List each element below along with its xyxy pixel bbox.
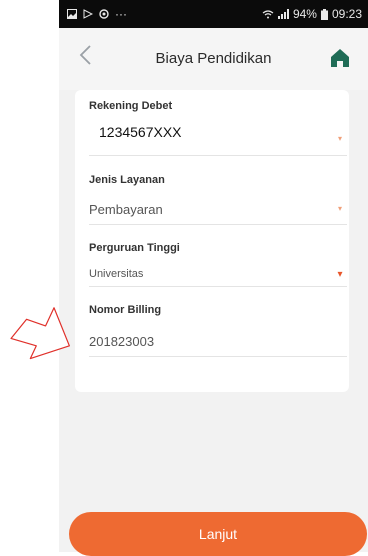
gallery-icon xyxy=(67,9,77,19)
nomor-billing-label: Nomor Billing xyxy=(89,304,162,316)
divider xyxy=(89,155,347,156)
divider xyxy=(89,286,347,287)
phone-screen: ··· 94% 09:23 Biaya Pendidikan Rekening … xyxy=(59,0,368,552)
perguruan-tinggi-label: Perguruan Tinggi xyxy=(89,242,180,254)
form-card: Rekening Debet 1234567XXX ▾ Jenis Layana… xyxy=(75,90,349,392)
rekening-debet-field[interactable]: Rekening Debet 1234567XXX ▾ xyxy=(89,100,347,158)
app-notification-icon xyxy=(99,9,109,19)
jenis-layanan-label: Jenis Layanan xyxy=(89,174,165,186)
perguruan-tinggi-value: Universitas xyxy=(89,268,144,280)
footer: Lanjut xyxy=(59,512,368,556)
clock: 09:23 xyxy=(331,7,362,21)
status-bar: ··· 94% 09:23 xyxy=(59,0,368,28)
chevron-down-icon: ▾ xyxy=(337,134,342,143)
app-header: Biaya Pendidikan xyxy=(59,28,368,90)
signal-icon xyxy=(277,9,289,19)
nomor-billing-field[interactable]: Nomor Billing 201823003 xyxy=(89,304,347,360)
perguruan-tinggi-field[interactable]: Perguruan Tinggi Universitas ▾ xyxy=(89,242,347,290)
chevron-down-icon: ▾ xyxy=(337,204,342,213)
rekening-debet-label: Rekening Debet xyxy=(89,100,173,112)
home-icon xyxy=(331,49,349,67)
wifi-icon xyxy=(262,10,274,19)
rekening-debet-value: 1234567XXX xyxy=(99,124,182,140)
pointing-arrow-icon xyxy=(10,307,70,360)
jenis-layanan-value: Pembayaran xyxy=(89,202,163,217)
battery-percent: 94% xyxy=(292,7,317,21)
battery-icon xyxy=(320,8,328,20)
divider xyxy=(89,356,347,357)
page-title: Biaya Pendidikan xyxy=(155,50,272,67)
lanjut-button[interactable]: Lanjut xyxy=(69,512,367,556)
nomor-billing-value: 201823003 xyxy=(89,334,155,349)
more-notifications: ··· xyxy=(115,7,127,21)
divider xyxy=(89,224,347,225)
jenis-layanan-field[interactable]: Jenis Layanan Pembayaran ▾ xyxy=(89,174,347,228)
play-store-icon xyxy=(83,9,93,19)
home-button[interactable] xyxy=(330,48,350,68)
chevron-down-icon: ▾ xyxy=(337,269,343,280)
